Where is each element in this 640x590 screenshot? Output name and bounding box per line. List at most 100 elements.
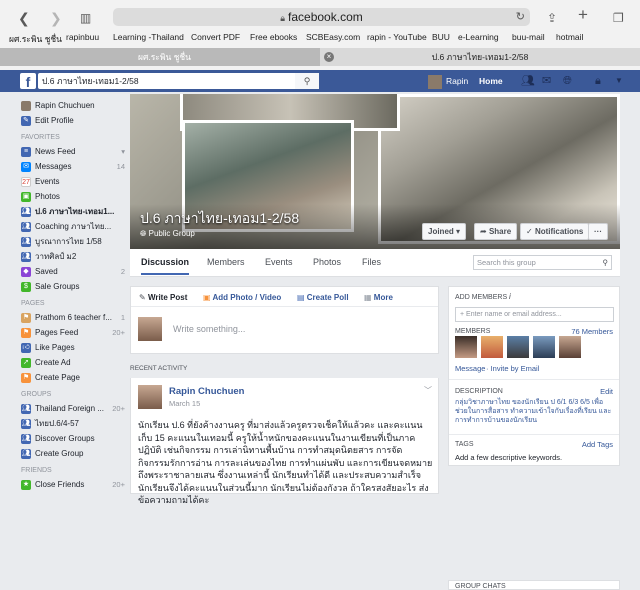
tabs-icon[interactable]: ❐	[613, 10, 624, 26]
bookmark-item[interactable]: buu-mail	[512, 32, 545, 42]
message-link[interactable]: Message	[455, 364, 485, 373]
sidebar-item-saved[interactable]: ◆ Saved 2	[15, 264, 125, 279]
browser-tab[interactable]: ผศ.ระพิน ชูชื่น	[0, 48, 320, 66]
post-date[interactable]: March 15	[169, 399, 200, 408]
joined-button[interactable]: Joined ▾	[422, 223, 467, 240]
member-avatar[interactable]	[507, 336, 529, 358]
add-photo-tab[interactable]: ▣ Add Photo / Video	[203, 293, 281, 302]
new-tab-icon[interactable]: +	[578, 6, 588, 23]
sidebar-item-group[interactable]: 👥︎ Coaching ภาษาไทย...	[15, 219, 125, 234]
sidebar-item-label: Coaching ภาษาไทย...	[35, 222, 112, 231]
member-avatar[interactable]	[533, 336, 555, 358]
profile-link[interactable]: Rapin	[428, 74, 468, 89]
tab-events[interactable]: Events	[265, 257, 293, 267]
cover-photo[interactable]: ป.6 ภาษาไทย-เทอม1-2/58 🌐︎ Public Group J…	[130, 94, 620, 249]
bookmark-item[interactable]: e-Learning	[458, 32, 499, 42]
sidebar-item-photos[interactable]: ▣ Photos	[15, 189, 125, 204]
more-tab[interactable]: ▦ More	[364, 293, 393, 302]
sidebar-item-news-feed[interactable]: ≡ News Feed ▾	[15, 144, 125, 159]
chevron-down-icon[interactable]: ▼	[615, 74, 623, 88]
member-avatar[interactable]	[559, 336, 581, 358]
reload-icon[interactable]: ↻	[516, 8, 525, 26]
flag-icon: ⚑	[21, 373, 31, 383]
sidebar-item-discover-groups[interactable]: 👥︎ Discover Groups	[15, 431, 125, 446]
bookmark-item[interactable]: rapin - YouTube	[367, 32, 427, 42]
create-poll-tab[interactable]: ▤ Create Poll	[297, 293, 349, 302]
bookmark-item[interactable]: SCBEasy.com	[306, 32, 360, 42]
notifications-icon[interactable]: 🌐︎	[563, 74, 572, 88]
members-count[interactable]: 76 Members	[571, 327, 613, 336]
search-icon[interactable]: ⚲	[295, 73, 319, 89]
bookmarks-icon[interactable]: ▥	[80, 10, 91, 26]
bookmark-item[interactable]: Free ebooks	[250, 32, 297, 42]
chevron-down-icon[interactable]: ﹀	[424, 385, 432, 396]
sidebar-item-messages[interactable]: ✉ Messages 14	[15, 159, 125, 174]
info-icon[interactable]: i	[509, 292, 511, 301]
share-button[interactable]: ➦ Share	[474, 223, 518, 240]
address-text: facebook.com	[288, 10, 363, 24]
sidebar-item-sale-groups[interactable]: $ Sale Groups	[15, 279, 125, 294]
facebook-logo-icon[interactable]: f	[20, 73, 36, 90]
more-button[interactable]: ···	[588, 223, 608, 240]
sidebar-item-group[interactable]: 👥︎ Thailand Foreign ... 20+	[15, 401, 125, 416]
home-link[interactable]: Home	[479, 74, 503, 88]
add-tags-link[interactable]: Add Tags	[582, 440, 613, 449]
forward-icon[interactable]: ❯	[50, 10, 62, 26]
bookmark-item[interactable]: hotmail	[556, 32, 583, 42]
back-icon[interactable]: ❮	[18, 10, 30, 26]
tab-files[interactable]: Files	[362, 257, 381, 267]
sidebar-item-page[interactable]: ⚑ Prathom 6 teacher f... 1	[15, 310, 125, 325]
sidebar-item-profile[interactable]: Rapin Chuchuen	[15, 98, 125, 113]
pages-header: PAGES	[21, 300, 45, 307]
count-badge: 14	[116, 162, 125, 171]
divider	[449, 379, 619, 380]
close-tab-icon[interactable]: ×	[324, 52, 334, 62]
sidebar-item-pages-feed[interactable]: ⚑ Pages Feed 20+	[15, 325, 125, 340]
sidebar-item-close-friends[interactable]: ★ Close Friends 20+	[15, 477, 125, 492]
facebook-search-input[interactable]: ป.6 ภาษาไทย-เทอม1-2/58 ⚲	[38, 73, 319, 89]
bookmark-item[interactable]: ผศ.ระพิน ชูชื่น	[9, 32, 62, 46]
chevron-down-icon[interactable]: ▾	[121, 144, 125, 159]
add-members-input[interactable]: + Enter name or email address...	[455, 307, 614, 322]
sidebar-item-events[interactable]: 27 Events	[15, 174, 125, 189]
sidebar-item-group[interactable]: 👥︎ ไทยป.6/4-57	[15, 416, 125, 431]
group-title[interactable]: ป.6 ภาษาไทย-เทอม1-2/58	[140, 208, 299, 230]
group-icon: 👥︎	[21, 404, 31, 414]
privacy-icon[interactable]: 🔒︎	[595, 74, 601, 88]
tab-members[interactable]: Members	[207, 257, 245, 267]
group-search-input[interactable]: Search this group ⚲	[473, 255, 612, 270]
write-post-tab[interactable]: ✎ Write Post	[139, 293, 187, 302]
share-icon[interactable]: ⇪	[547, 10, 557, 26]
globe-icon: 🌐︎	[140, 229, 149, 238]
member-avatar[interactable]	[481, 336, 503, 358]
sidebar-item-edit-profile[interactable]: ✎ Edit Profile	[15, 113, 125, 128]
sidebar-item-create-ad[interactable]: ➚ Create Ad	[15, 355, 125, 370]
sidebar-item-group[interactable]: 👥︎ บูรณาการไทย 1/58	[15, 234, 125, 249]
sidebar-item-create-page[interactable]: ⚑ Create Page	[15, 370, 125, 385]
member-avatar[interactable]	[455, 336, 477, 358]
post-author[interactable]: Rapin Chuchuen	[169, 386, 244, 397]
sidebar-item-create-group[interactable]: 👥︎ Create Group	[15, 446, 125, 461]
bookmark-item[interactable]: Learning -Thailand	[113, 32, 184, 42]
avatar	[138, 317, 162, 341]
address-bar[interactable]: 🔒︎ facebook.com ↻	[113, 8, 530, 26]
friend-requests-icon[interactable]: 👥︎	[521, 74, 535, 88]
tab-photos[interactable]: Photos	[313, 257, 341, 267]
search-placeholder: Search this group	[477, 258, 536, 267]
edit-description-link[interactable]: Edit	[600, 387, 613, 396]
post-composer: ✎ Write Post ▣ Add Photo / Video ▤ Creat…	[130, 286, 439, 354]
sidebar-item-current-group[interactable]: 👥︎ ป.6 ภาษาไทย-เทอม1...	[15, 204, 125, 219]
sidebar-item-group[interactable]: 👥︎ วาทศิลป์ ม2	[15, 249, 125, 264]
bookmark-item[interactable]: BUU	[432, 32, 450, 42]
bookmark-item[interactable]: Convert PDF	[191, 32, 240, 42]
notifications-button[interactable]: ✓ Notifications	[520, 223, 590, 240]
sidebar-item-like-pages[interactable]: 👍︎ Like Pages	[15, 340, 125, 355]
bookmark-item[interactable]: rapinbuu	[66, 32, 99, 42]
invite-by-email-link[interactable]: · Invite by Email	[486, 364, 539, 373]
tab-discussion[interactable]: Discussion	[141, 257, 190, 275]
browser-tab-active[interactable]: × ป.6 ภาษาไทย-เทอม1-2/58	[320, 48, 640, 66]
search-icon[interactable]: ⚲	[603, 256, 609, 269]
messages-icon[interactable]: ✉︎	[542, 74, 551, 88]
write-something-input[interactable]: Write something...	[173, 324, 245, 334]
avatar[interactable]	[138, 385, 162, 409]
